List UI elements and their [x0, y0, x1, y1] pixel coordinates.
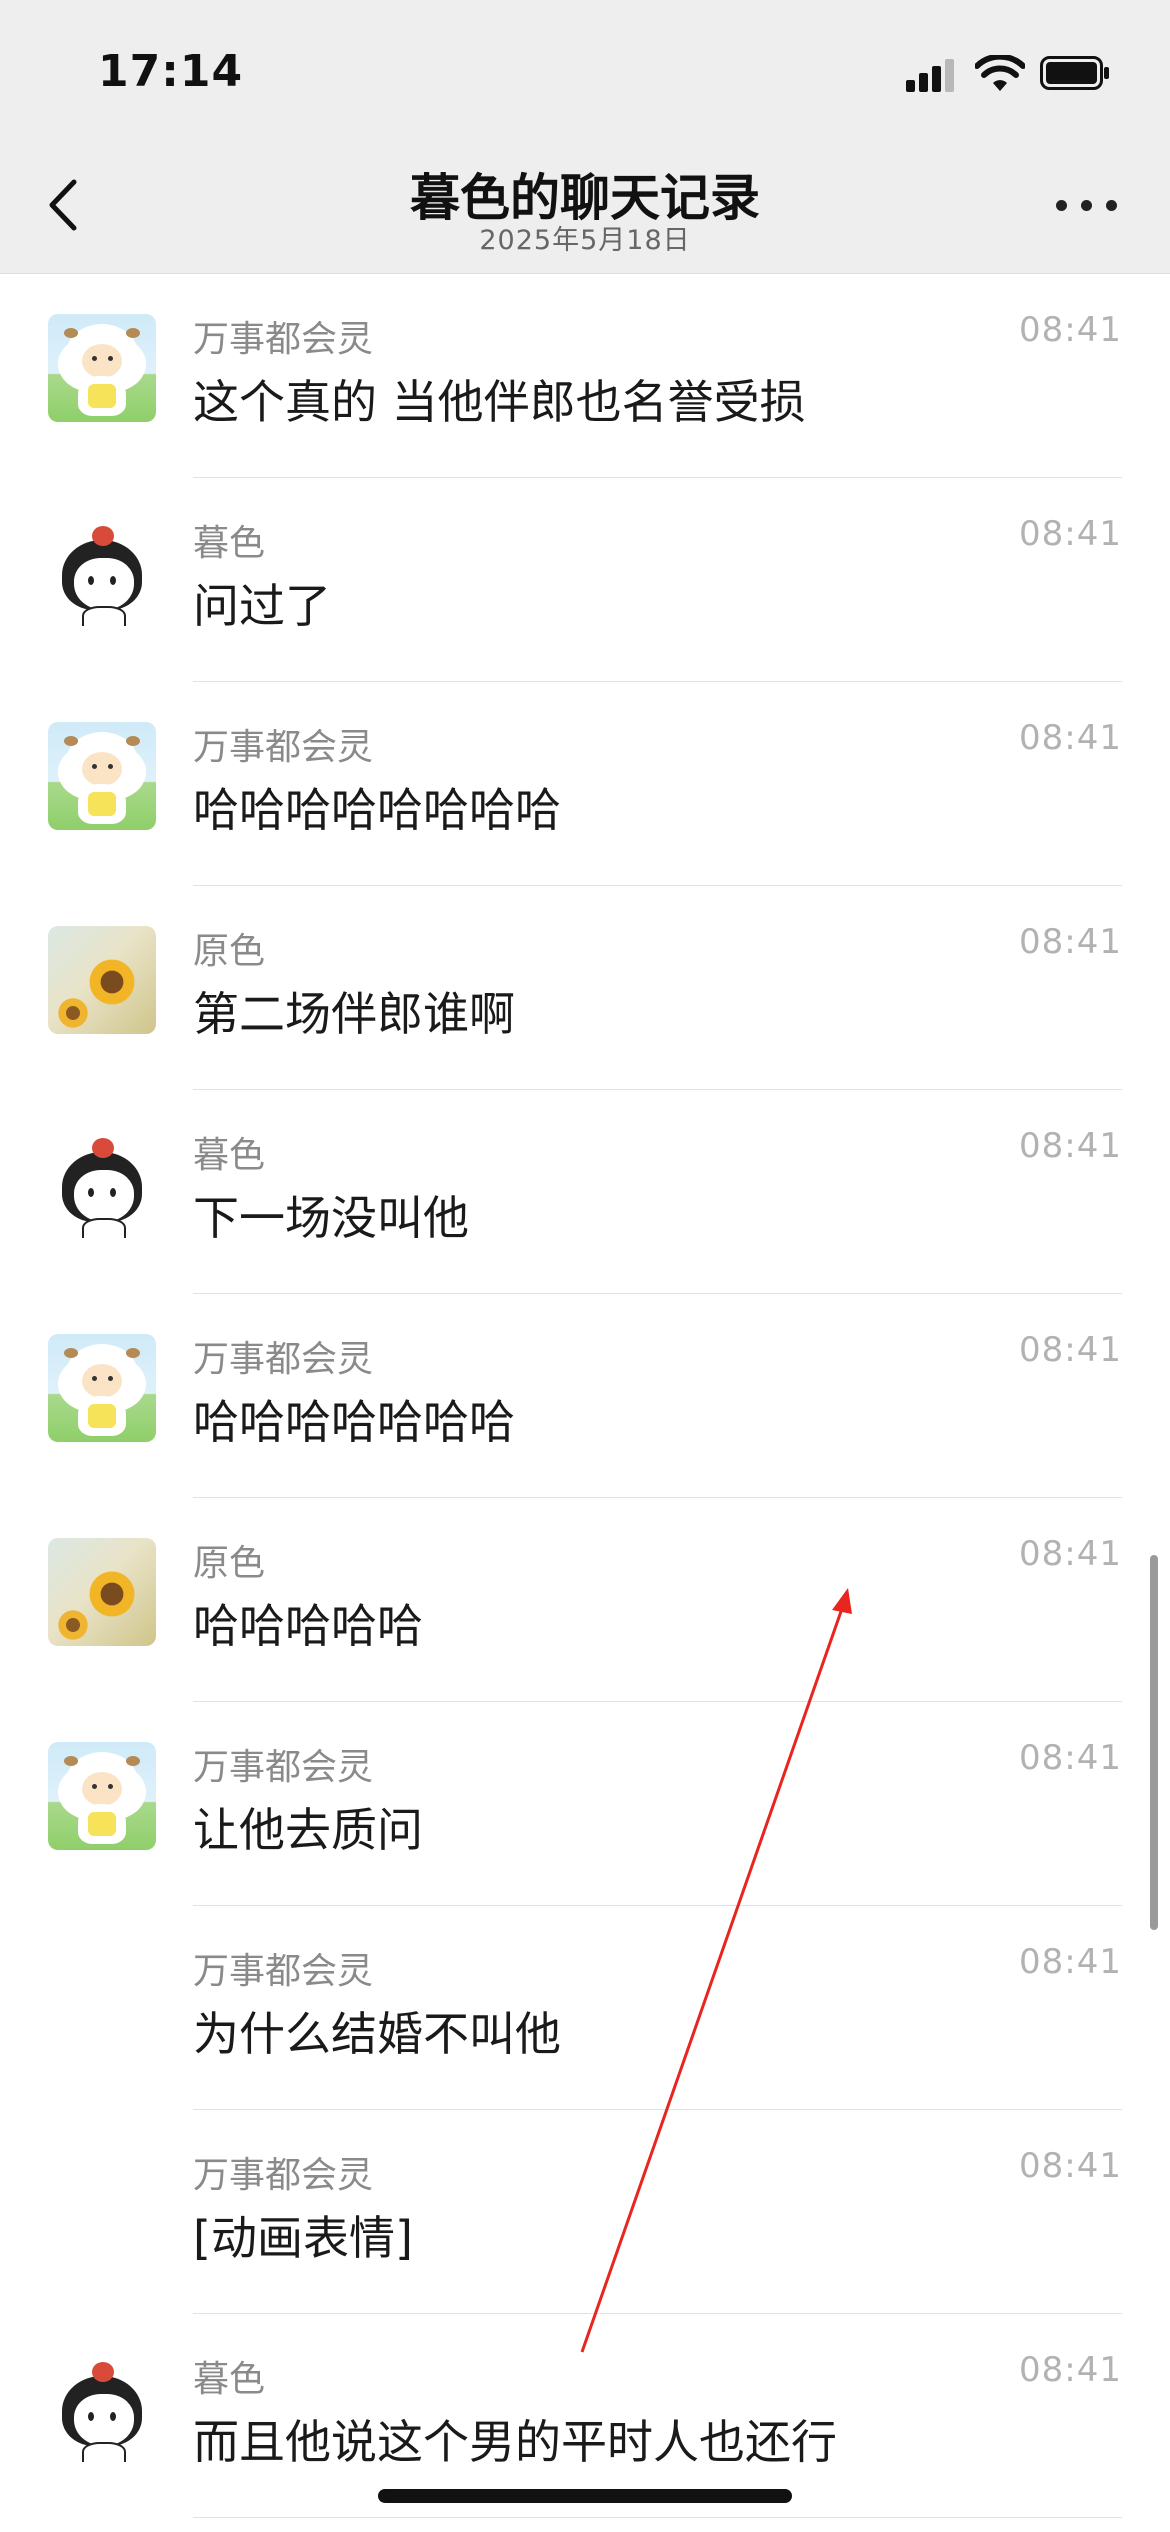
divider: [193, 2517, 1122, 2518]
message-text: 让他去质问: [193, 1803, 423, 1857]
message-row[interactable]: 暮色 08:41 问过了: [0, 478, 1170, 682]
message-row[interactable]: 暮色 08:41 下一场没叫他: [0, 1090, 1170, 1294]
sender-name: 万事都会灵: [193, 319, 374, 360]
sender-name: 暮色: [193, 1135, 266, 1176]
message-text: 问过了: [193, 579, 331, 633]
battery-icon: [1040, 56, 1109, 90]
message-row[interactable]: 原色 08:41 第二场伴郎谁啊: [0, 886, 1170, 1090]
message-row[interactable]: 万事都会灵 08:41 让他去质问: [0, 1702, 1170, 1906]
sender-name: 原色: [193, 1543, 266, 1584]
message-row[interactable]: 万事都会灵 08:41 为什么结婚不叫他: [0, 1906, 1170, 2110]
message-text: 为什么结婚不叫他: [193, 2007, 561, 2061]
message-time: 08:41: [1019, 1738, 1122, 1778]
message-text: 哈哈哈哈哈哈哈: [193, 1395, 515, 1449]
avatar-girl[interactable]: [48, 1130, 156, 1238]
message-list: 万事都会灵 08:41 这个真的 当他伴郎也名誉受损 暮色 08:41 问过了 …: [0, 274, 1170, 2518]
avatar-sunflower[interactable]: [48, 926, 156, 1034]
message-time: 08:41: [1019, 1330, 1122, 1370]
message-text: 下一场没叫他: [193, 1191, 469, 1245]
avatar-sheep[interactable]: [48, 1742, 156, 1850]
avatar-girl[interactable]: [48, 2354, 156, 2462]
sender-name: 万事都会灵: [193, 1951, 374, 1992]
message-time: 08:41: [1019, 2350, 1122, 2390]
avatar-sunflower[interactable]: [48, 1538, 156, 1646]
more-button[interactable]: [1052, 190, 1122, 220]
sender-name: 原色: [193, 931, 266, 972]
message-text: 这个真的 当他伴郎也名誉受损: [193, 375, 806, 429]
page-date: 2025年5月18日: [479, 225, 691, 256]
sender-name: 万事都会灵: [193, 1747, 374, 1788]
message-text: 哈哈哈哈哈: [193, 1599, 423, 1653]
message-time: 08:41: [1019, 1534, 1122, 1574]
avatar-girl[interactable]: [48, 518, 156, 626]
sender-name: 暮色: [193, 523, 266, 564]
message-time: 08:41: [1019, 1942, 1122, 1982]
sender-name: 万事都会灵: [193, 727, 374, 768]
scrollbar[interactable]: [1150, 1555, 1158, 1930]
message-time: 08:41: [1019, 514, 1122, 554]
message-row[interactable]: 暮色 08:41 而且他说这个男的平时人也还行: [0, 2314, 1170, 2518]
message-row[interactable]: 万事都会灵 08:41 哈哈哈哈哈哈哈哈: [0, 682, 1170, 886]
status-time: 17:14: [98, 46, 244, 97]
message-text: 第二场伴郎谁啊: [193, 987, 515, 1041]
message-time: 08:41: [1019, 1126, 1122, 1166]
message-time: 08:41: [1019, 2146, 1122, 2186]
message-row[interactable]: 万事都会灵 08:41 这个真的 当他伴郎也名誉受损: [0, 274, 1170, 478]
sender-name: 暮色: [193, 2359, 266, 2400]
message-text: [动画表情]: [193, 2211, 413, 2265]
message-row[interactable]: 万事都会灵 08:41 哈哈哈哈哈哈哈: [0, 1294, 1170, 1498]
message-time: 08:41: [1019, 310, 1122, 350]
message-row[interactable]: 万事都会灵 08:41 [动画表情]: [0, 2110, 1170, 2314]
cellular-signal-icon: [906, 58, 958, 92]
message-time: 08:41: [1019, 718, 1122, 758]
message-text: 而且他说这个男的平时人也还行: [193, 2415, 837, 2469]
navigation-bar: 17:14 暮色的聊天记录 2025年5月18日: [0, 0, 1170, 274]
avatar-sheep[interactable]: [48, 1334, 156, 1442]
sender-name: 万事都会灵: [193, 1339, 374, 1380]
message-text: 哈哈哈哈哈哈哈哈: [193, 783, 561, 837]
chat-history-screen: 17:14 暮色的聊天记录 2025年5月18日 万事都会灵 08:41 这个真…: [0, 0, 1170, 2532]
message-time: 08:41: [1019, 922, 1122, 962]
message-row[interactable]: 原色 08:41 哈哈哈哈哈: [0, 1498, 1170, 1702]
wifi-icon: [975, 55, 1025, 91]
sender-name: 万事都会灵: [193, 2155, 374, 2196]
avatar-sheep[interactable]: [48, 314, 156, 422]
avatar-sheep[interactable]: [48, 722, 156, 830]
home-indicator[interactable]: [378, 2489, 792, 2503]
